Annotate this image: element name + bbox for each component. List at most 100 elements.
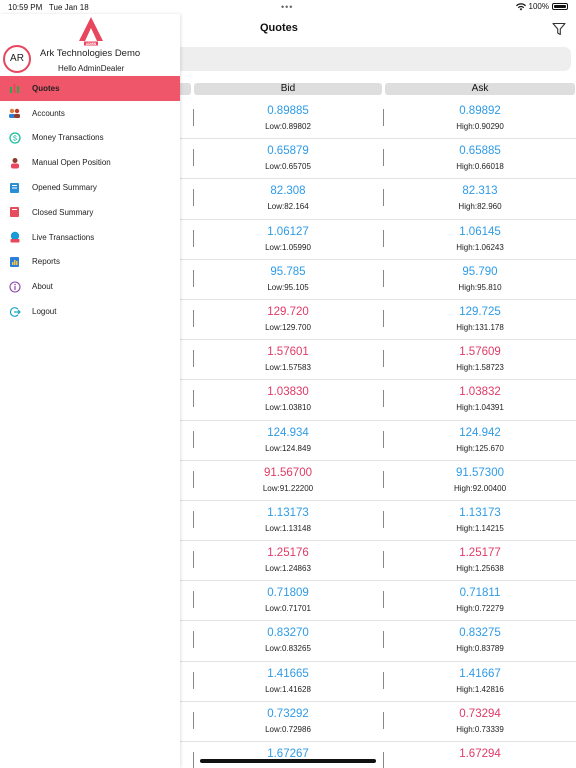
- bid-cell[interactable]: 0.71809 Low:0.71701: [196, 585, 380, 615]
- bid-low: Low:1.24863: [265, 564, 311, 574]
- ask-cell[interactable]: 129.725 High:131.178: [386, 304, 574, 334]
- row-divider: [383, 671, 384, 689]
- ask-price: 1.41667: [459, 667, 501, 680]
- ask-high: High:0.73339: [456, 724, 504, 734]
- bid-cell[interactable]: 0.73292 Low:0.72986: [196, 706, 380, 736]
- sidebar-menu: Quotes Accounts $ Money Transactions Manual …: [0, 76, 180, 324]
- table-row[interactable]: 1.41665 Low:1.41628 1.41667 High:1.42816: [180, 662, 576, 702]
- table-row[interactable]: 0.65879 Low:0.65705 0.65885 High:0.66018: [180, 139, 576, 180]
- bid-cell[interactable]: 0.65879 Low:0.65705: [196, 143, 380, 173]
- avatar[interactable]: AR: [3, 45, 31, 73]
- ask-cell[interactable]: 1.25177 High:1.25638: [386, 545, 574, 575]
- ask-high: High:1.06243: [456, 242, 504, 252]
- sidebar-item-about[interactable]: About: [0, 274, 180, 299]
- bid-low: Low:1.03810: [265, 403, 311, 413]
- quotes-icon: [8, 82, 21, 94]
- sidebar-item-closed-summary[interactable]: Closed Summary: [0, 200, 180, 225]
- bid-cell[interactable]: 129.720 Low:129.700: [196, 304, 380, 334]
- sidebar-item-opened-summary[interactable]: Opened Summary: [0, 175, 180, 200]
- bid-cell[interactable]: 1.57601 Low:1.57583: [196, 344, 380, 374]
- table-row[interactable]: 0.83270 Low:0.83265 0.83275 High:0.83789: [180, 621, 576, 662]
- ask-cell[interactable]: 0.89892 High:0.90290: [386, 103, 574, 133]
- row-divider: [383, 470, 384, 488]
- table-row[interactable]: 0.73292 Low:0.72986 0.73294 High:0.73339: [180, 702, 576, 742]
- table-row[interactable]: 129.720 Low:129.700 129.725 High:131.178: [180, 300, 576, 341]
- about-icon: [8, 281, 21, 293]
- row-divider: [193, 149, 194, 167]
- symbol-column-header[interactable]: [180, 83, 191, 95]
- ask-cell[interactable]: 1.13173 High:1.14215: [386, 505, 574, 535]
- ask-price: 1.57609: [459, 346, 501, 359]
- ask-cell[interactable]: 0.71811 High:0.72279: [386, 585, 574, 615]
- sidebar-item-label: Opened Summary: [32, 183, 97, 193]
- table-row[interactable]: 1.03830 Low:1.03810 1.03832 High:1.04391: [180, 380, 576, 421]
- sidebar-item-manual-open-position[interactable]: Manual Open Position: [0, 150, 180, 175]
- ask-cell[interactable]: 0.83275 High:0.83789: [386, 625, 574, 655]
- sidebar-item-money-transactions[interactable]: $ Money Transactions: [0, 126, 180, 151]
- status-bar: 10:59 PM Tue Jan 18 ••• 100%: [0, 0, 576, 14]
- row-divider: [383, 591, 384, 609]
- bid-price: 129.720: [267, 305, 309, 318]
- status-time: 10:59 PM Tue Jan 18: [8, 3, 89, 12]
- ask-cell[interactable]: 95.790 High:95.810: [386, 264, 574, 294]
- table-row[interactable]: 1.06127 Low:1.05990 1.06145 High:1.06243: [180, 220, 576, 260]
- bid-cell[interactable]: 1.06127 Low:1.05990: [196, 224, 380, 254]
- ask-cell[interactable]: 1.57609 High:1.58723: [386, 344, 574, 374]
- bid-price: 0.73292: [267, 707, 309, 720]
- ask-cell[interactable]: 82.313 High:82.960: [386, 183, 574, 213]
- table-row[interactable]: 1.57601 Low:1.57583 1.57609 High:1.58723: [180, 340, 576, 381]
- sidebar-item-reports[interactable]: Reports: [0, 250, 180, 275]
- sidebar: ADMIN AR Ark Technologies Demo Hello Adm…: [0, 14, 180, 768]
- table-row[interactable]: 1.67267 1.67294: [180, 742, 576, 768]
- ask-column-header[interactable]: Ask: [385, 83, 575, 95]
- table-row[interactable]: 1.13173 Low:1.13148 1.13173 High:1.14215: [180, 501, 576, 542]
- bid-cell[interactable]: 1.41665 Low:1.41628: [196, 666, 380, 696]
- ask-price: 1.25177: [459, 547, 501, 560]
- sidebar-item-quotes[interactable]: Quotes: [0, 76, 180, 101]
- row-divider: [193, 591, 194, 609]
- ask-cell[interactable]: 1.06145 High:1.06243: [386, 224, 574, 254]
- sidebar-item-label: Live Transactions: [32, 232, 95, 242]
- table-row[interactable]: 82.308 Low:82.164 82.313 High:82.960: [180, 179, 576, 220]
- search-input[interactable]: [180, 47, 571, 71]
- table-row[interactable]: 91.56700 Low:91.22200 91.57300 High:92.0040…: [180, 461, 576, 501]
- multitasking-dots[interactable]: •••: [281, 2, 293, 12]
- bid-cell[interactable]: 1.13173 Low:1.13148: [196, 505, 380, 535]
- home-indicator[interactable]: [200, 759, 376, 763]
- ask-price: 0.83275: [459, 627, 501, 640]
- row-divider: [193, 309, 194, 327]
- row-divider: [383, 551, 384, 569]
- row-divider: [383, 430, 384, 448]
- ask-cell[interactable]: 1.41667 High:1.42816: [386, 666, 574, 696]
- table-row[interactable]: 95.785 Low:95.105 95.790 High:95.810: [180, 260, 576, 300]
- table-row[interactable]: 124.934 Low:124.849 124.942 High:125.670: [180, 421, 576, 461]
- user-greeting: Hello AdminDealer: [58, 64, 125, 73]
- sidebar-item-accounts[interactable]: Accounts: [0, 101, 180, 126]
- sidebar-item-live-transactions[interactable]: Live Transactions: [0, 225, 180, 250]
- ask-cell[interactable]: 0.65885 High:0.66018: [386, 143, 574, 173]
- bid-cell[interactable]: 0.83270 Low:0.83265: [196, 625, 380, 655]
- bid-cell[interactable]: 1.03830 Low:1.03810: [196, 384, 380, 414]
- ask-cell[interactable]: 0.73294 High:0.73339: [386, 706, 574, 736]
- sidebar-item-label: Accounts: [32, 108, 65, 118]
- bid-cell[interactable]: 91.56700 Low:91.22200: [196, 465, 380, 495]
- logo-text: ADMIN: [86, 42, 97, 46]
- ask-cell[interactable]: 1.03832 High:1.04391: [386, 384, 574, 414]
- bid-column-header[interactable]: Bid: [194, 83, 382, 95]
- ask-cell[interactable]: 124.942 High:125.670: [386, 425, 574, 455]
- bid-cell[interactable]: 124.934 Low:124.849: [196, 425, 380, 455]
- row-divider: [193, 269, 194, 287]
- bid-cell[interactable]: 82.308 Low:82.164: [196, 183, 380, 213]
- ask-cell[interactable]: 91.57300 High:92.00400: [386, 465, 574, 495]
- bid-cell[interactable]: 95.785 Low:95.105: [196, 264, 380, 294]
- bid-cell[interactable]: 1.25176 Low:1.24863: [196, 545, 380, 575]
- table-row[interactable]: 1.25176 Low:1.24863 1.25177 High:1.25638: [180, 541, 576, 582]
- table-row[interactable]: 0.71809 Low:0.71701 0.71811 High:0.72279: [180, 581, 576, 622]
- filter-icon[interactable]: [552, 22, 566, 36]
- ask-price: 95.790: [462, 265, 498, 278]
- sidebar-item-logout[interactable]: Logout: [0, 299, 180, 324]
- table-row[interactable]: 0.89885 Low:0.89802 0.89892 High:0.90290: [180, 99, 576, 140]
- row-divider: [383, 229, 384, 247]
- bid-cell[interactable]: 0.89885 Low:0.89802: [196, 103, 380, 133]
- ask-cell[interactable]: 1.67294: [386, 746, 574, 764]
